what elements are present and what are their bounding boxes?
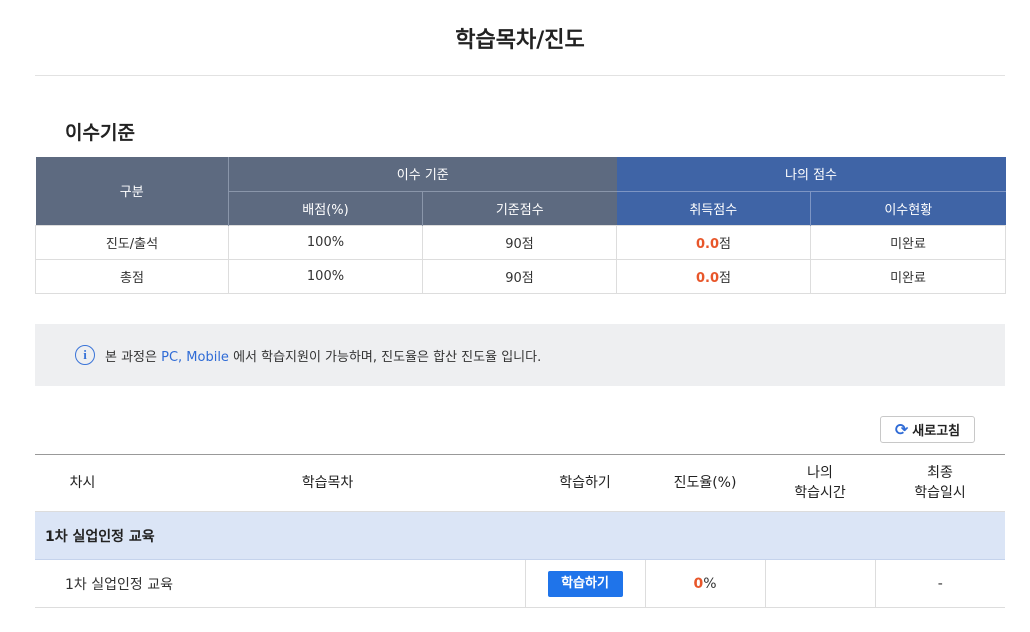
progress-group-row: 1차 실업인정 교육: [35, 511, 1005, 560]
criteria-row: 진도/출석 100% 90점 0.0점 미완료: [35, 224, 1007, 260]
info-notice: i 본 과정은 PC, Mobile 에서 학습지원이 가능하며, 진도율은 합…: [35, 324, 1005, 386]
last-study-line2: 학습일시: [914, 485, 966, 501]
study-button[interactable]: 학습하기: [547, 570, 623, 597]
progress-header-my-time: 나의학습시간: [765, 454, 875, 512]
earned-score-unit: 점: [719, 236, 732, 252]
info-icon: i: [75, 345, 95, 365]
my-time-cell: [764, 559, 875, 608]
criteria-row: 총점 100% 90점 0.0점 미완료: [35, 258, 1007, 294]
progress-header-contents: 학습목차: [130, 454, 525, 512]
rate-value: 0: [693, 575, 704, 592]
refresh-button[interactable]: ⟳ 새로고침: [880, 416, 975, 443]
criteria-weight: 100%: [228, 258, 423, 294]
criteria-header-base-score: 기준점수: [421, 190, 617, 225]
criteria-earned-score: 0.0점: [616, 224, 812, 260]
criteria-category: 진도/출석: [35, 224, 229, 260]
criteria-header-category: 구분: [35, 157, 229, 225]
progress-table: 차시 학습목차 학습하기 진도율(%) 나의학습시간 최종학습일시 1차 실업인…: [35, 454, 1005, 608]
study-cell: 학습하기: [524, 559, 645, 608]
progress-row: 1차 실업인정 교육 학습하기 0% -: [35, 559, 1005, 608]
progress-header-rate: 진도율(%): [645, 454, 765, 512]
refresh-label: 새로고침: [912, 424, 961, 439]
criteria-weight: 100%: [228, 224, 423, 260]
earned-score-unit: 점: [719, 270, 732, 286]
progress-header-last-study: 최종학습일시: [875, 454, 1005, 512]
info-text-before: 본 과정은: [105, 349, 162, 365]
criteria-category: 총점: [35, 258, 229, 294]
criteria-base-score: 90점: [421, 224, 618, 260]
info-text: 본 과정은 PC, Mobile 에서 학습지원이 가능하며, 진도율은 합산 …: [105, 346, 541, 365]
progress-header-session: 차시: [35, 454, 130, 512]
criteria-header-earned-score: 취득점수: [616, 190, 811, 225]
criteria-status: 미완료: [810, 224, 1007, 260]
info-text-after: 에서 학습지원이 가능하며, 진도율은 합산 진도율 입니다.: [228, 349, 542, 365]
my-time-line1: 나의: [807, 465, 833, 481]
criteria-status: 미완료: [810, 258, 1007, 294]
criteria-header-weight: 배점(%): [228, 190, 423, 225]
lesson-name: 1차 실업인정 교육: [35, 559, 525, 608]
last-study-line1: 최종: [927, 465, 953, 481]
last-study-cell: -: [874, 559, 1005, 608]
criteria-table: 구분 이수 기준 나의 점수 배점(%) 기준점수 취득점수 이수현황 진도/출…: [35, 157, 1007, 294]
refresh-icon: ⟳: [894, 420, 909, 439]
earned-score-value: 0.0: [696, 236, 720, 252]
criteria-section-title: 이수기준: [65, 122, 135, 144]
rate-cell: 0%: [644, 559, 765, 608]
rate-unit: %: [703, 575, 717, 592]
criteria-header-status: 이수현황: [810, 190, 1006, 225]
criteria-header-group: 이수 기준: [227, 157, 617, 191]
progress-header-study: 학습하기: [525, 454, 645, 512]
page-title: 학습목차/진도: [35, 0, 1005, 76]
earned-score-value: 0.0: [696, 270, 720, 286]
criteria-base-score: 90점: [421, 258, 618, 294]
my-score-header-group: 나의 점수: [616, 157, 1006, 191]
info-platforms: PC, Mobile: [161, 349, 229, 365]
criteria-earned-score: 0.0점: [616, 258, 812, 294]
progress-group-label: 1차 실업인정 교육: [35, 511, 1005, 560]
my-time-line2: 학습시간: [794, 485, 846, 501]
